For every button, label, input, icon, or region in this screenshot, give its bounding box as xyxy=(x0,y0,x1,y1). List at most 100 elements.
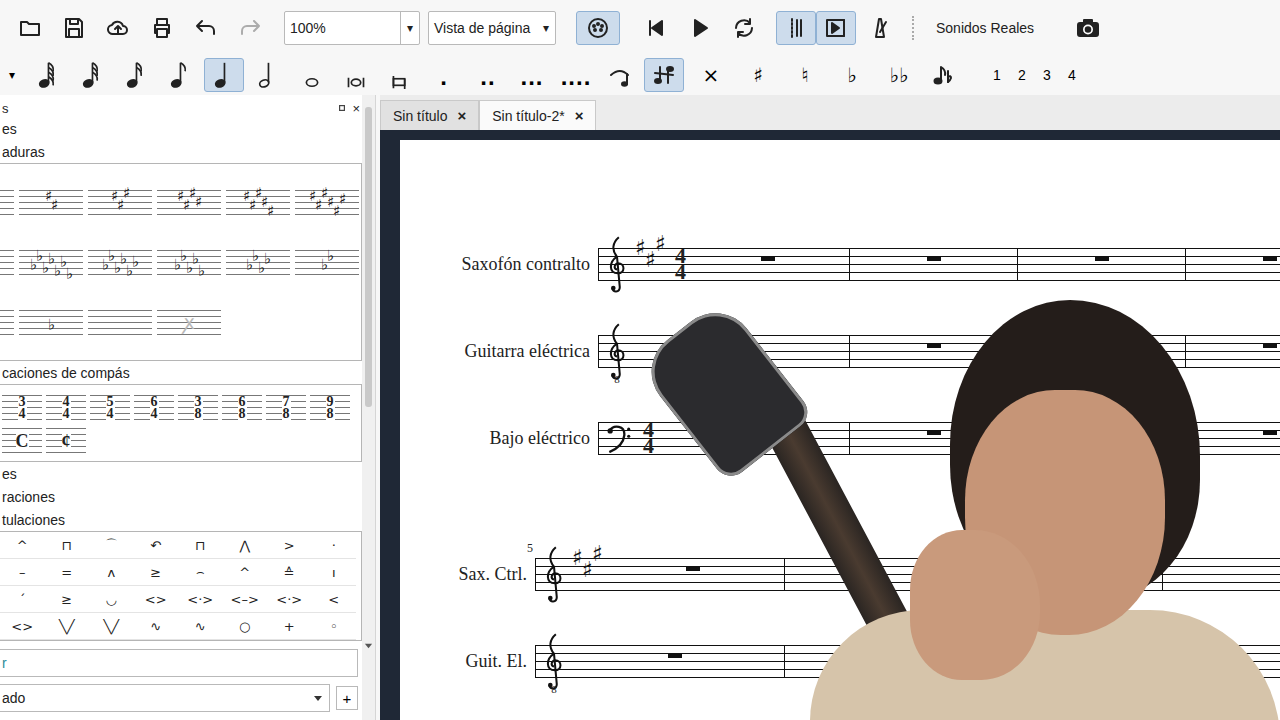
staff[interactable]: ♯♯♯44 xyxy=(598,248,1280,281)
palette-section-header[interactable]: raciones xyxy=(0,485,362,508)
palette-scrollbar[interactable] xyxy=(362,95,375,720)
articulation-cell[interactable]: > xyxy=(267,532,312,559)
whole-rest[interactable] xyxy=(1263,256,1277,261)
workspace-dropdown[interactable]: ado xyxy=(0,684,330,712)
key-signature-cell[interactable]: ♭♭♭♭♭♭ xyxy=(88,250,152,275)
articulation-cell[interactable]: · xyxy=(312,532,357,559)
duration-button[interactable] xyxy=(204,58,244,92)
articulation-cell[interactable]: ⊓ xyxy=(178,532,223,559)
measure[interactable] xyxy=(1018,422,1186,455)
key-signature-cell[interactable]: ♭ xyxy=(19,310,83,335)
redo-button[interactable] xyxy=(230,11,270,45)
open-button[interactable] xyxy=(10,11,50,45)
articulation-cell[interactable]: ^ xyxy=(0,532,45,559)
time-signature-cell[interactable]: 68 xyxy=(220,395,264,420)
measure[interactable] xyxy=(1186,248,1280,281)
accidental-button[interactable]: × xyxy=(691,58,731,92)
whole-rest[interactable] xyxy=(1095,343,1109,348)
time-signature-cell[interactable]: 64 xyxy=(132,395,176,420)
zoom-field[interactable]: 100%▾ xyxy=(284,11,420,45)
add-workspace-button[interactable]: + xyxy=(336,686,358,710)
measure[interactable]: 8 xyxy=(599,335,850,368)
articulation-cell[interactable]: = xyxy=(45,559,90,586)
key-signature-cell[interactable]: ♯♯ xyxy=(19,190,83,215)
articulation-cell[interactable]: ʌ xyxy=(89,559,134,586)
key-signature[interactable]: ♯♯♯ xyxy=(572,558,602,591)
staff[interactable]: ♯♯♯ xyxy=(535,558,1280,591)
duration-button[interactable] xyxy=(116,58,156,92)
flip-direction-button[interactable] xyxy=(644,58,684,92)
palette-section-header[interactable]: es xyxy=(0,462,362,485)
palette-search-field[interactable] xyxy=(0,641,362,677)
augmentation-dot-button[interactable]: .... xyxy=(556,58,596,92)
instrument-name[interactable]: Guit. El. xyxy=(400,651,527,672)
time-signature-cell[interactable]: 78 xyxy=(264,395,308,420)
upload-button[interactable] xyxy=(98,11,138,45)
articulation-cell[interactable]: ◦ xyxy=(312,613,357,640)
palette-section-header[interactable]: es xyxy=(0,117,362,140)
time-signature[interactable]: 44 xyxy=(671,248,686,280)
articulation-cell[interactable]: + xyxy=(267,613,312,640)
whole-rest[interactable] xyxy=(967,566,981,571)
tie-button[interactable] xyxy=(600,58,640,92)
palette-section-header[interactable]: tulaciones xyxy=(0,508,362,531)
key-signature-cell[interactable]: ♭♭ xyxy=(295,250,359,275)
articulation-cell[interactable]: ⌢ xyxy=(178,559,223,586)
rewind-button[interactable] xyxy=(636,11,676,45)
augmentation-dot-button[interactable]: . xyxy=(424,58,464,92)
time-signature[interactable]: 44 xyxy=(639,422,654,454)
palette-section-header[interactable]: caciones de compás xyxy=(0,361,362,384)
zoom-dropdown-arrow[interactable]: ▾ xyxy=(400,12,419,44)
palette-search-input[interactable] xyxy=(0,649,358,677)
image-capture-button[interactable] xyxy=(1068,11,1108,45)
tab-close-button[interactable]: × xyxy=(457,107,466,124)
measure[interactable] xyxy=(1186,335,1280,368)
key-signature-cell[interactable]: ꭗ xyxy=(157,310,221,335)
whole-rest[interactable] xyxy=(761,256,775,261)
staff[interactable]: 8 xyxy=(535,645,1280,678)
voice-button[interactable]: 2 xyxy=(1010,60,1034,90)
measure[interactable] xyxy=(785,558,1163,591)
measure[interactable] xyxy=(850,422,1018,455)
voice-button[interactable]: 1 xyxy=(985,60,1009,90)
whole-rest[interactable] xyxy=(927,430,941,435)
articulation-cell[interactable]: ≙ xyxy=(267,559,312,586)
measure[interactable] xyxy=(850,335,1018,368)
duration-button[interactable] xyxy=(336,58,376,92)
measure[interactable]: 8 xyxy=(536,645,785,678)
time-signature-cell[interactable]: ¢ xyxy=(44,428,88,453)
whole-rest[interactable] xyxy=(745,430,759,435)
duration-button[interactable] xyxy=(72,58,112,92)
articulation-cell[interactable]: ≥ xyxy=(45,586,90,613)
undo-button[interactable] xyxy=(186,11,226,45)
play-button[interactable] xyxy=(680,11,720,45)
duration-button[interactable] xyxy=(292,58,332,92)
whole-rest[interactable] xyxy=(1095,430,1109,435)
key-signature-cell[interactable]: ♭♭♭♭♭ xyxy=(157,250,221,275)
articulation-cell[interactable]: <·> xyxy=(178,586,223,613)
measure[interactable] xyxy=(850,248,1018,281)
instrument-name[interactable]: Bajo eléctrico xyxy=(400,428,590,449)
key-signature-cell[interactable]: ♯♯♯♯♯♯ xyxy=(295,190,359,215)
voice-button[interactable]: 4 xyxy=(1060,60,1084,90)
measure[interactable] xyxy=(1163,558,1280,591)
tab-close-button[interactable]: × xyxy=(575,107,584,124)
float-icon[interactable] xyxy=(338,104,346,112)
measure[interactable]: ♯♯♯ xyxy=(536,558,785,591)
staff[interactable]: 8 xyxy=(598,335,1280,368)
articulation-cell[interactable]: – xyxy=(0,559,45,586)
voice-button[interactable]: 3 xyxy=(1035,60,1059,90)
duration-button[interactable] xyxy=(160,58,200,92)
measure[interactable] xyxy=(1018,335,1186,368)
articulation-cell[interactable]: ⊓ xyxy=(45,532,90,559)
measure[interactable] xyxy=(1018,248,1186,281)
key-signature[interactable]: ♯♯♯ xyxy=(635,248,665,281)
articulation-cell[interactable]: ⋀ xyxy=(223,532,268,559)
measure[interactable] xyxy=(1186,422,1280,455)
instrument-name[interactable]: Saxofón contralto xyxy=(400,254,590,275)
articulation-cell[interactable]: <–> xyxy=(223,586,268,613)
measure[interactable]: ♯♯♯44 xyxy=(599,248,850,281)
accidental-button[interactable]: ♭ xyxy=(832,58,872,92)
print-button[interactable] xyxy=(142,11,182,45)
duration-button[interactable] xyxy=(28,58,68,92)
